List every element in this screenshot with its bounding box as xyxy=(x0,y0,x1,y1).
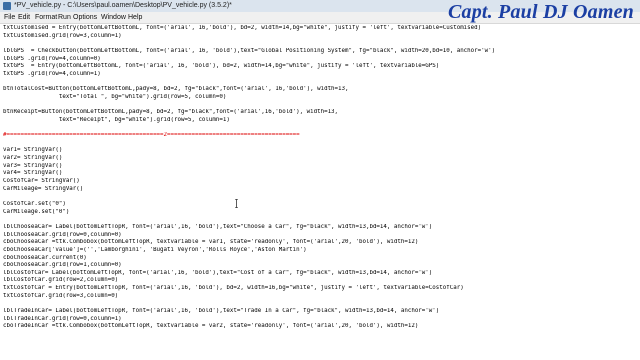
code-line[interactable]: CostofCar.set("0") xyxy=(3,201,623,208)
menu-window[interactable]: Window xyxy=(101,12,126,23)
code-line[interactable]: CarMileage= StringVar() xyxy=(3,186,623,193)
window-title: *PV_vehicle.py - C:\Users\paul.oamen\Des… xyxy=(14,2,232,9)
code-line[interactable]: var4= StringVar() xyxy=(3,170,623,177)
code-line[interactable] xyxy=(3,300,623,307)
menu-format[interactable]: Format xyxy=(35,12,57,23)
code-line[interactable]: CarMileage.set("0") xyxy=(3,209,623,216)
code-line[interactable]: var3= StringVar() xyxy=(3,163,623,170)
code-line[interactable]: lblGPS = Checkbutton(bottomLeftBottomL, … xyxy=(3,48,623,55)
menu-options[interactable]: Options xyxy=(73,12,97,23)
menu-help[interactable]: Help xyxy=(128,12,142,23)
code-line[interactable] xyxy=(3,216,623,223)
code-line[interactable] xyxy=(3,193,623,200)
menu-file[interactable]: File xyxy=(4,12,15,23)
code-line[interactable]: lblTradeInCar.grid(row=0,column=1) xyxy=(3,316,623,323)
code-line[interactable]: txtCustomised.grid(row=3,column=1) xyxy=(3,33,623,40)
text-cursor-icon xyxy=(235,199,238,208)
code-line[interactable]: cboChooseaCar.grid(row=1,column=0) xyxy=(3,262,623,269)
code-line[interactable]: txtCostofCar.grid(row=3,column=0) xyxy=(3,293,623,300)
code-line[interactable]: txtCustomised = Entry(bottomLeftBottomL,… xyxy=(3,25,623,32)
code-line[interactable]: btnTotalCost=Button(bottomLeftBottomL,pa… xyxy=(3,86,623,93)
code-line[interactable]: #=======================================… xyxy=(3,132,623,139)
python-file-icon xyxy=(3,2,11,10)
code-line[interactable]: cboTradeInCar =ttk.Combobox(bottomLeftTo… xyxy=(3,323,623,330)
code-line[interactable] xyxy=(3,102,623,109)
code-line[interactable]: cboChooseaCar['value']=('','Lamborghini'… xyxy=(3,247,623,254)
code-line[interactable]: text="Receipt", bg="white").grid(row=5, … xyxy=(3,117,623,124)
code-line[interactable]: cboChooseaCar.current(0) xyxy=(3,255,623,262)
menu-run[interactable]: Run xyxy=(58,12,71,23)
code-line[interactable]: var2= StringVar() xyxy=(3,155,623,162)
code-line[interactable]: btnReceipt=Button(bottomLeftBottomL,pady… xyxy=(3,109,623,116)
code-line[interactable]: lblTradeInCar= Label(bottomLeftTopR, fon… xyxy=(3,308,623,315)
code-line[interactable]: text="Total ", bg="white").grid(row=5, c… xyxy=(3,94,623,101)
code-editor[interactable]: txtCustomised = Entry(bottomLeftBottomL,… xyxy=(0,24,640,360)
code-line[interactable] xyxy=(3,124,623,131)
menu-edit[interactable]: Edit xyxy=(18,12,30,23)
code-line[interactable]: cboChooseaCar =ttk.Combobox(bottomLeftTo… xyxy=(3,239,623,246)
code-line[interactable]: txtGPS .grid(row=4,column=1) xyxy=(3,71,623,78)
code-line[interactable]: lblGPS .grid(row=4,column=0) xyxy=(3,56,623,63)
code-line[interactable] xyxy=(3,140,623,147)
code-line[interactable]: lblChooseaCar= Label(bottomLeftTopR, fon… xyxy=(3,224,623,231)
code-line[interactable]: txtCostofCar = Entry(bottomLeftTopR, fon… xyxy=(3,285,623,292)
code-line[interactable] xyxy=(3,40,623,47)
code-line[interactable]: var1= StringVar() xyxy=(3,147,623,154)
code-line[interactable] xyxy=(3,79,623,86)
code-line[interactable]: lblCostofCar= Label(bottomLeftTopR, font… xyxy=(3,270,623,277)
code-line[interactable]: CostofCar= StringVar() xyxy=(3,178,623,185)
code-line[interactable]: lblChooseaCar.grid(row=0,column=0) xyxy=(3,232,623,239)
author-watermark: Capt. Paul DJ Oamen xyxy=(447,1,634,23)
code-line[interactable]: lblCostofCar.grid(row=2,column=0) xyxy=(3,277,623,284)
code-line[interactable]: txtGPS = Entry(bottomLeftBottomL, font=(… xyxy=(3,63,623,70)
